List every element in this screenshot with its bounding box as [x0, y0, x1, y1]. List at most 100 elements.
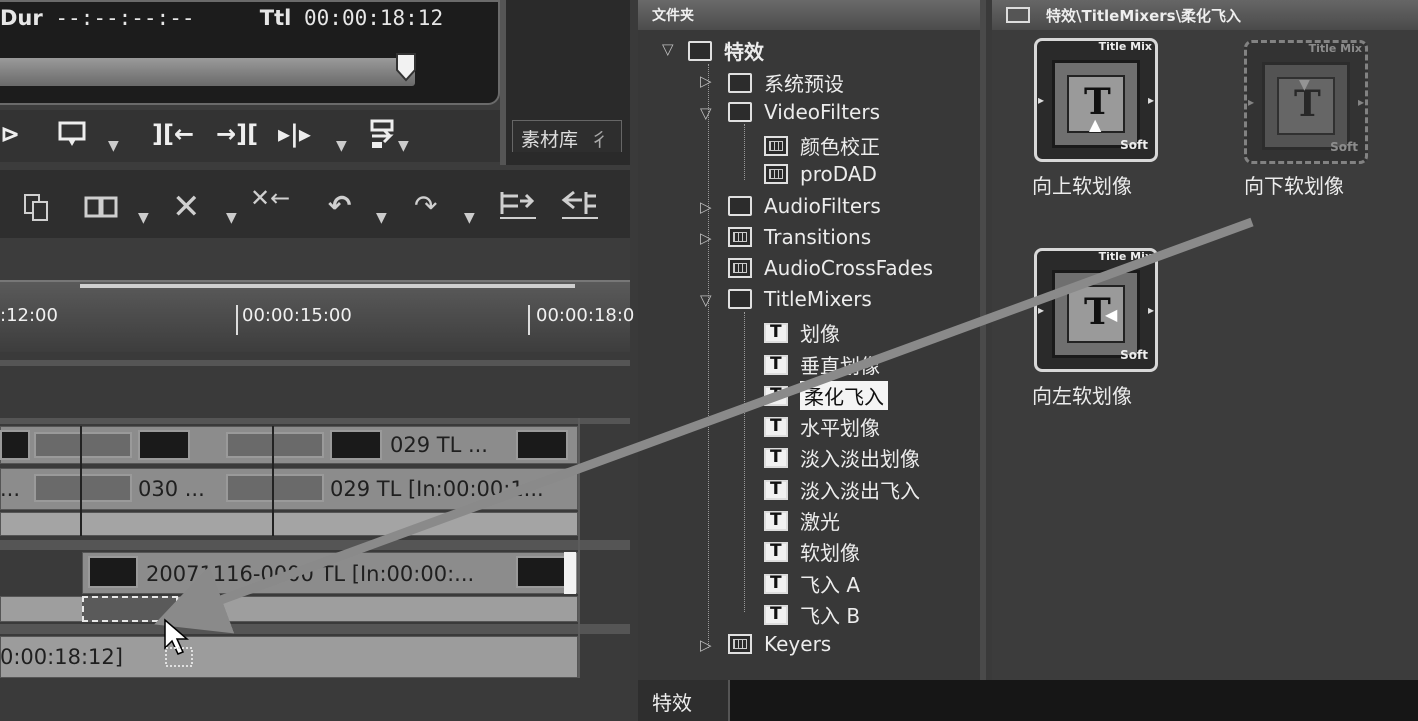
- undo-dropdown-icon[interactable]: ▼: [376, 210, 387, 226]
- clip-thumbnail[interactable]: [330, 430, 382, 460]
- effect-soft-label: Soft: [1120, 348, 1148, 362]
- undo-icon[interactable]: ↶: [328, 192, 351, 220]
- clip-end-handle[interactable]: [564, 552, 576, 594]
- clip-filmstrip[interactable]: [226, 474, 324, 502]
- track-divider: [0, 360, 630, 366]
- tab-effects[interactable]: 特效: [638, 680, 730, 721]
- clip-label: 20071116-0000 TL [In:00:00:...: [146, 562, 475, 586]
- tree-item-horizontal-wipe[interactable]: 水平划像: [764, 412, 880, 441]
- collapse-arrow-icon[interactable]: ▷: [700, 72, 712, 90]
- clip-thumbnail[interactable]: [138, 430, 190, 460]
- tree-item-prodad[interactable]: proDAD: [764, 162, 877, 186]
- library-tab[interactable]: 素材库 彳: [512, 120, 622, 152]
- collapse-arrow-icon[interactable]: ▷: [700, 229, 712, 247]
- effect-soft-label: Soft: [1120, 138, 1148, 152]
- insert-icon[interactable]: [368, 118, 398, 156]
- ruler-label-3: 00:00:18:0: [536, 305, 635, 326]
- dur-value: --:--:--:--: [55, 6, 195, 30]
- insert-dropdown-icon[interactable]: ▼: [398, 138, 409, 154]
- tree-item-fly-in-b[interactable]: 飞入 B: [764, 600, 860, 629]
- effect-label[interactable]: 向左软划像: [1032, 380, 1132, 409]
- effect-tag: Title Mix: [1308, 42, 1362, 55]
- effect-thumbnail-soft-wipe-down[interactable]: Title Mix ▸ ▸ T ▼ Soft: [1244, 40, 1368, 164]
- effect-label[interactable]: 向下软划像: [1244, 170, 1344, 199]
- content-path-header: 特效\TitleMixers\柔化飞入: [992, 0, 1418, 30]
- track-divider: [0, 540, 630, 550]
- tree-item-fade-fly-in[interactable]: 淡入淡出飞入: [764, 475, 920, 504]
- trim-out-icon[interactable]: [560, 188, 600, 227]
- folder-open-icon: [688, 40, 712, 61]
- scrubber-handle[interactable]: [395, 52, 417, 82]
- effect-preview: T ▲: [1052, 60, 1140, 148]
- collapse-arrow-icon[interactable]: ▷: [700, 636, 712, 654]
- split-dropdown-icon[interactable]: ▼: [336, 138, 347, 154]
- tree-item-soft-fly-in[interactable]: 柔化飞入: [764, 381, 888, 410]
- tree-item-fly-in-a[interactable]: 飞入 A: [764, 569, 860, 598]
- clip-thumbnail[interactable]: [88, 556, 138, 588]
- audio-track-row[interactable]: [0, 512, 578, 536]
- tree-item-color-correction[interactable]: 颜色校正: [764, 131, 880, 160]
- clip-filmstrip[interactable]: [226, 432, 324, 458]
- collapse-arrow-icon[interactable]: ▷: [700, 198, 712, 216]
- split-icon[interactable]: ▸|▸: [278, 122, 311, 146]
- tree-item-keyers[interactable]: Keyers: [728, 632, 831, 656]
- tree-item-wipe[interactable]: 划像: [764, 318, 840, 347]
- tree-item-vertical-wipe[interactable]: 垂直划像: [764, 350, 880, 379]
- tree-item-soft-wipe[interactable]: 软划像: [764, 537, 860, 566]
- expand-arrow-icon[interactable]: ▽: [662, 40, 674, 58]
- delete-dropdown-icon[interactable]: ▼: [226, 210, 237, 226]
- grid-icon: [728, 634, 752, 654]
- effect-thumbnail-soft-wipe-up[interactable]: Title Mix ▸ ▸ T ▲ Soft: [1034, 38, 1158, 162]
- clip-thumbnail[interactable]: [0, 430, 30, 460]
- clip-prefix: ...: [0, 477, 21, 501]
- play-forward-icon[interactable]: ⊳: [0, 122, 20, 146]
- clip-thumbnail[interactable]: [516, 430, 568, 460]
- redo-dropdown-icon[interactable]: ▼: [464, 210, 475, 226]
- expand-arrow-icon[interactable]: ▽: [700, 104, 712, 122]
- drop-target-box[interactable]: [82, 596, 178, 622]
- content-path: 特效\TitleMixers\柔化飞入: [1046, 6, 1242, 25]
- monitor-output-icon[interactable]: [58, 120, 88, 152]
- ruler-tick-2: [528, 305, 530, 335]
- clip-label: 029 TL [In:00:00:1...: [330, 477, 544, 501]
- playback-scrubber[interactable]: [0, 58, 415, 86]
- tree-item-system-presets[interactable]: 系统预设: [728, 68, 844, 97]
- effect-label[interactable]: 向上软划像: [1032, 170, 1132, 199]
- tree-item-titlemixers[interactable]: TitleMixers: [728, 287, 872, 311]
- copy-dropdown-icon[interactable]: ▼: [138, 210, 149, 226]
- tree-item-videofilters[interactable]: VideoFilters: [728, 100, 880, 124]
- track-end-line: [578, 418, 580, 678]
- tree-item-label: 系统预设: [764, 72, 844, 96]
- effect-thumbnail-soft-wipe-left[interactable]: Title Mix ▸ ▸ T ◀ Soft: [1034, 248, 1158, 372]
- effect-tag: Title Mix: [1098, 250, 1152, 263]
- title-icon: [764, 573, 788, 594]
- clip-filmstrip[interactable]: [34, 432, 132, 458]
- next-tab-label[interactable]: 彳: [590, 129, 609, 151]
- mark-out-icon[interactable]: →][: [216, 122, 258, 146]
- tree-item-effects[interactable]: 特效: [688, 36, 764, 65]
- trim-in-icon[interactable]: [498, 188, 538, 227]
- monitor-dropdown-icon[interactable]: ▼: [108, 138, 119, 154]
- ruler-work-area[interactable]: [80, 284, 575, 288]
- mark-in-icon[interactable]: ][←: [152, 122, 194, 146]
- clip-filmstrip[interactable]: [34, 474, 132, 502]
- paste-icon[interactable]: [22, 192, 50, 227]
- tree-item-label: 水平划像: [800, 416, 880, 440]
- grid-icon: [728, 227, 752, 247]
- ruler-label-2: 00:00:15:00: [242, 305, 352, 326]
- delete-icon[interactable]: ✕: [172, 190, 201, 224]
- ripple-delete-icon[interactable]: ✕←: [250, 186, 290, 210]
- effect-preview-inner: T ▼: [1277, 77, 1335, 135]
- redo-icon[interactable]: ↷: [414, 192, 437, 220]
- folder-icon: [728, 196, 752, 216]
- effect-soft-label: Soft: [1330, 140, 1358, 154]
- expand-arrow-icon[interactable]: ▽: [700, 291, 712, 309]
- tree-item-transitions[interactable]: Transitions: [728, 225, 871, 249]
- tree-item-audiofilters[interactable]: AudioFilters: [728, 194, 881, 218]
- tree-item-laser[interactable]: 激光: [764, 506, 840, 535]
- clip-thumbnail[interactable]: [516, 556, 566, 588]
- tree-item-fade-wipe[interactable]: 淡入淡出划像: [764, 443, 920, 472]
- tree-item-audiocrossfades[interactable]: AudioCrossFades: [728, 256, 933, 280]
- copy-icon[interactable]: [84, 192, 120, 227]
- tree-item-label: 软划像: [800, 541, 860, 565]
